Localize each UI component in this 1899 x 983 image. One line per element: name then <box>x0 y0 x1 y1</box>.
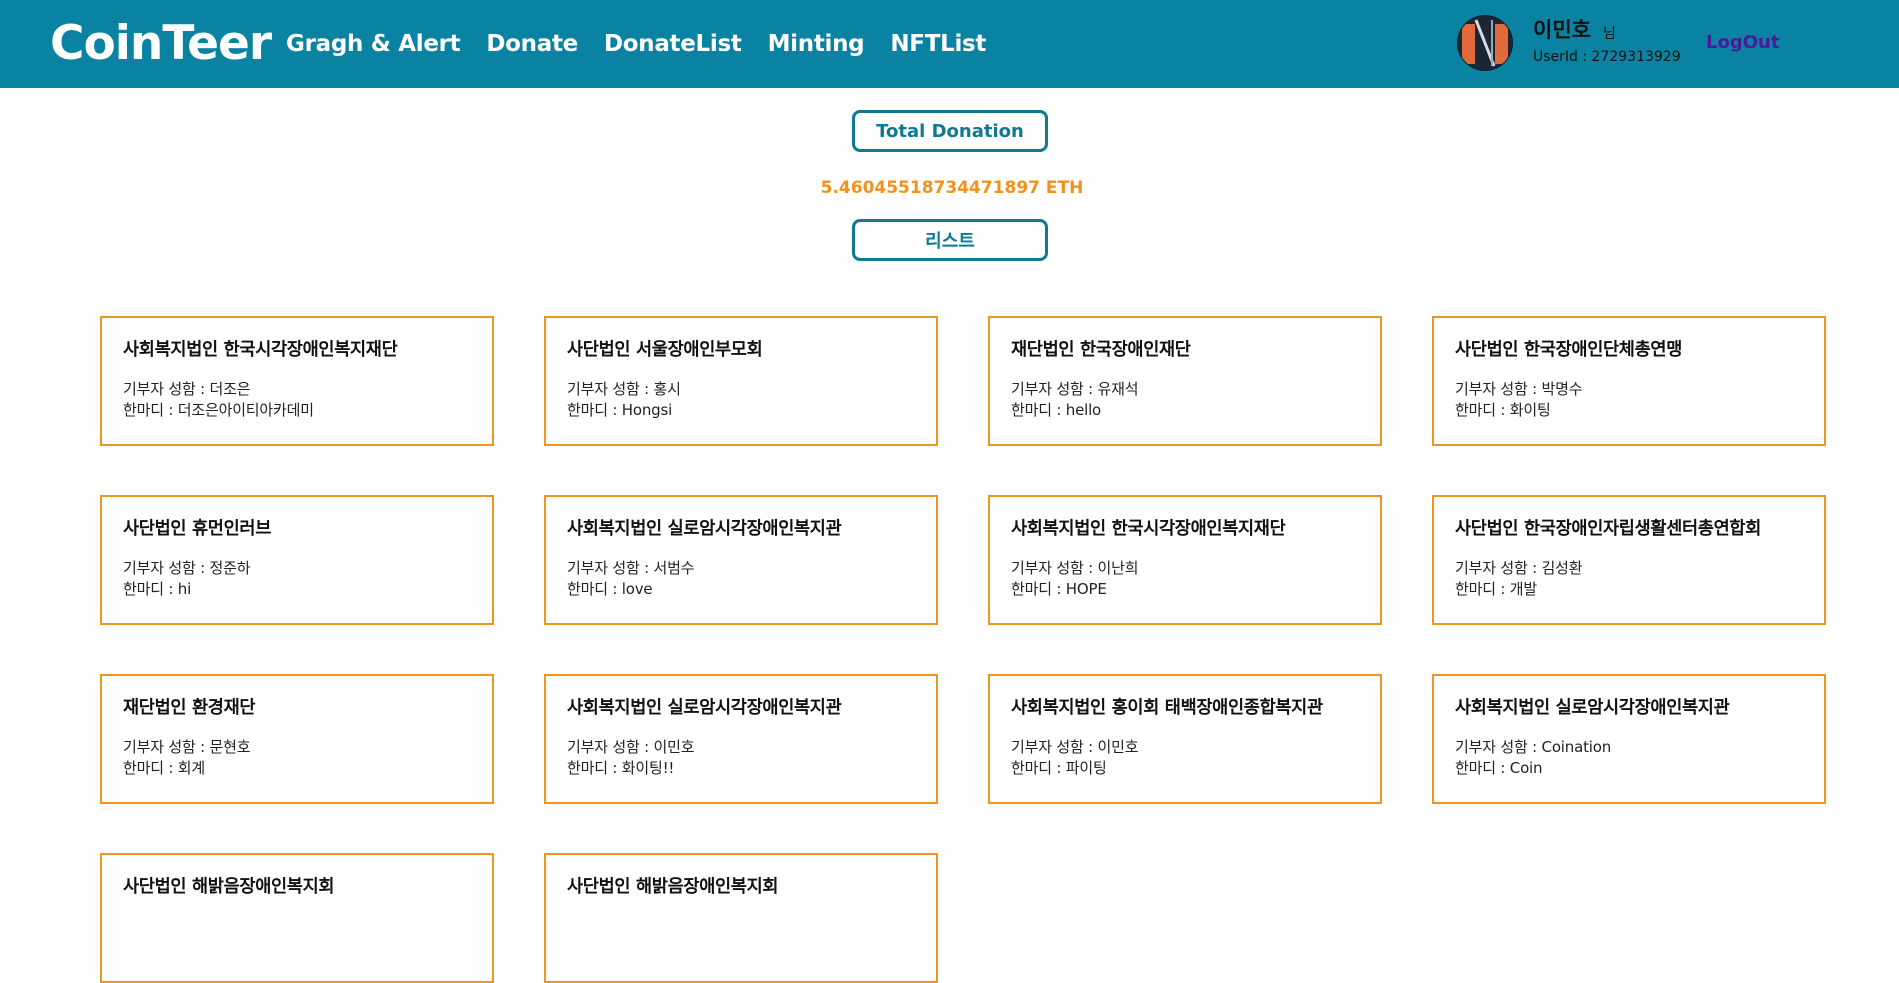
card-org-name: 사단법인 한국장애인단체총연맹 <box>1455 340 1682 360</box>
donation-card[interactable]: 사회복지법인 실로암시각장애인복지관 기부자 성함 : Coination 한마… <box>1432 674 1826 804</box>
card-message: 한마디 : hello <box>1011 401 1102 419</box>
card-message: 한마디 : Coin <box>1455 759 1543 777</box>
card-donor: 기부자 성함 : 이난희 <box>1011 559 1139 577</box>
card-message: 한마디 : hi <box>123 580 192 598</box>
avatar <box>1458 16 1512 70</box>
nav-donate-list[interactable]: DonateList <box>604 26 742 62</box>
nav-graph-alert[interactable]: Gragh & Alert <box>286 26 461 62</box>
card-org-name: 사단법인 휴먼인러브 <box>123 519 271 539</box>
donation-list: 사회복지법인 한국시각장애인복지재단 기부자 성함 : 더조은 한마디 : 더조… <box>100 316 1826 983</box>
nav-donate[interactable]: Donate <box>486 26 578 62</box>
card-org-name: 재단법인 한국장애인재단 <box>1011 340 1191 360</box>
card-org-name: 사단법인 서울장애인부모회 <box>567 340 763 360</box>
card-donor: 기부자 성함 : 유재석 <box>1011 380 1139 398</box>
nav-nft-list[interactable]: NFTList <box>890 26 986 62</box>
card-message: 한마디 : 개발 <box>1455 580 1537 598</box>
card-donor: 기부자 성함 : 박명수 <box>1455 380 1583 398</box>
card-message: 한마디 : 파이팅 <box>1011 759 1107 777</box>
card-message: 한마디 : 회계 <box>123 759 205 777</box>
card-message: 한마디 : 화이팅 <box>1455 401 1551 419</box>
card-org-name: 사단법인 한국장애인자립생활센터총연합회 <box>1455 519 1761 539</box>
card-org-name: 사단법인 해밝음장애인복지회 <box>123 877 335 897</box>
top-navigation-bar: CoinTeer Gragh & Alert Donate DonateList… <box>0 0 1899 88</box>
card-donor: 기부자 성함 : 이민호 <box>567 738 695 756</box>
card-org-name: 사회복지법인 실로암시각장애인복지관 <box>1455 698 1730 718</box>
donation-card[interactable]: 사회복지법인 실로암시각장애인복지관 기부자 성함 : 이민호 한마디 : 화이… <box>544 674 938 804</box>
card-org-name: 사회복지법인 한국시각장애인복지재단 <box>1011 519 1286 539</box>
card-message: 한마디 : love <box>567 580 653 598</box>
avatar-icon <box>1458 16 1512 70</box>
card-message: 한마디 : 화이팅!! <box>567 759 675 777</box>
card-donor: 기부자 성함 : 홍시 <box>567 380 681 398</box>
card-message: 한마디 : HOPE <box>1011 580 1107 598</box>
card-donor: 기부자 성함 : 문현호 <box>123 738 251 756</box>
donation-card[interactable]: 재단법인 한국장애인재단 기부자 성함 : 유재석 한마디 : hello <box>988 316 1382 446</box>
donation-card[interactable]: 사단법인 서울장애인부모회 기부자 성함 : 홍시 한마디 : Hongsi <box>544 316 938 446</box>
card-donor: 기부자 성함 : 서범수 <box>567 559 695 577</box>
user-id: UserId : 2729313929 <box>1533 49 1681 65</box>
card-message: 한마디 : Hongsi <box>567 401 673 419</box>
logout-link[interactable]: LogOut <box>1706 31 1779 55</box>
card-org-name: 사회복지법인 실로암시각장애인복지관 <box>567 698 842 718</box>
card-org-name: 사단법인 해밝음장애인복지회 <box>567 877 779 897</box>
total-donation-button[interactable]: Total Donation <box>852 110 1048 152</box>
donation-card[interactable]: 사단법인 해밝음장애인복지회 <box>100 853 494 983</box>
card-org-name: 사회복지법인 홍이회 태백장애인종합복지관 <box>1011 698 1323 718</box>
donation-card[interactable]: 사단법인 한국장애인자립생활센터총연합회 기부자 성함 : 김성환 한마디 : … <box>1432 495 1826 625</box>
card-donor: 기부자 성함 : Coination <box>1455 738 1612 756</box>
donation-card[interactable]: 사회복지법인 한국시각장애인복지재단 기부자 성함 : 이난희 한마디 : HO… <box>988 495 1382 625</box>
total-donation-amount: 5.46045518734471897 ETH <box>820 178 1084 198</box>
card-donor: 기부자 성함 : 더조은 <box>123 380 251 398</box>
donation-card[interactable]: 사단법인 휴먼인러브 기부자 성함 : 정준하 한마디 : hi <box>100 495 494 625</box>
card-donor: 기부자 성함 : 정준하 <box>123 559 251 577</box>
donation-card[interactable]: 사회복지법인 한국시각장애인복지재단 기부자 성함 : 더조은 한마디 : 더조… <box>100 316 494 446</box>
donation-card[interactable]: 사회복지법인 홍이회 태백장애인종합복지관 기부자 성함 : 이민호 한마디 :… <box>988 674 1382 804</box>
donation-card[interactable]: 사단법인 한국장애인단체총연맹 기부자 성함 : 박명수 한마디 : 화이팅 <box>1432 316 1826 446</box>
donation-card[interactable]: 재단법인 환경재단 기부자 성함 : 문현호 한마디 : 회계 <box>100 674 494 804</box>
card-donor: 기부자 성함 : 이민호 <box>1011 738 1139 756</box>
card-message: 한마디 : 더조은아이티아카데미 <box>123 401 314 419</box>
nav-minting[interactable]: Minting <box>768 26 865 62</box>
user-honorific: 님 <box>1603 26 1616 42</box>
card-donor: 기부자 성함 : 김성환 <box>1455 559 1583 577</box>
main-nav: Gragh & Alert Donate DonateList Minting … <box>286 26 1012 62</box>
donation-card[interactable]: 사단법인 해밝음장애인복지회 <box>544 853 938 983</box>
card-org-name: 사회복지법인 한국시각장애인복지재단 <box>123 340 398 360</box>
site-logo[interactable]: CoinTeer <box>50 14 272 74</box>
user-name: 이민호 <box>1533 18 1591 42</box>
list-button[interactable]: 리스트 <box>852 219 1048 261</box>
card-org-name: 사회복지법인 실로암시각장애인복지관 <box>567 519 842 539</box>
card-org-name: 재단법인 환경재단 <box>123 698 256 718</box>
donation-card[interactable]: 사회복지법인 실로암시각장애인복지관 기부자 성함 : 서범수 한마디 : lo… <box>544 495 938 625</box>
